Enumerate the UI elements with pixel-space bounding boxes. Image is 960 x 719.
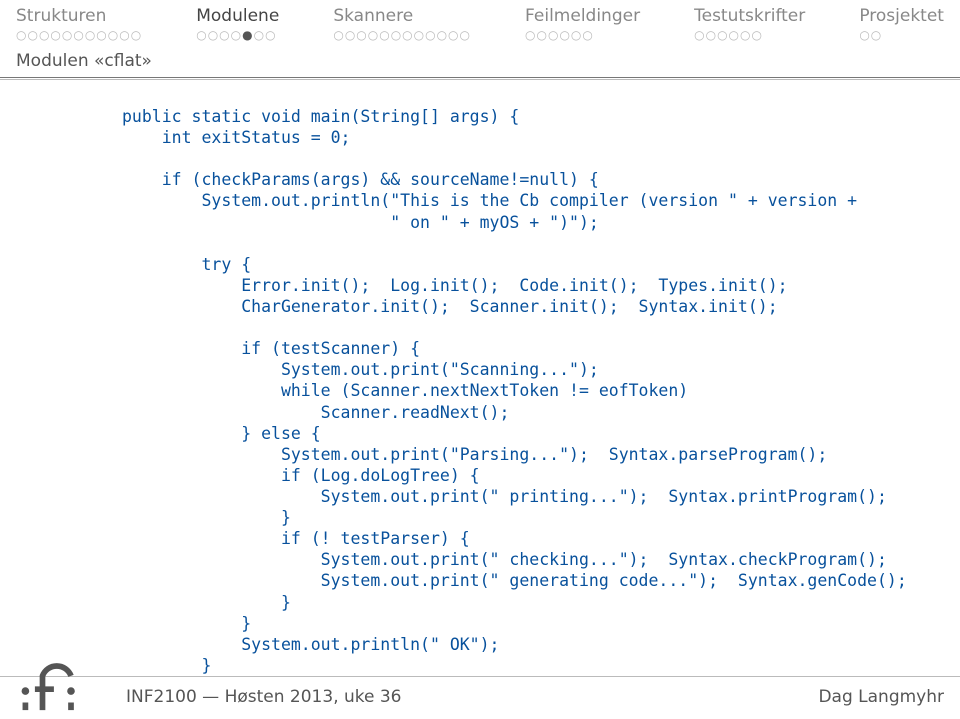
code-block: public static void main(String[] args) {… xyxy=(0,80,960,676)
tab-label: Modulene xyxy=(196,6,279,26)
tab-label: Skannere xyxy=(333,6,471,26)
tab-feilmeldinger[interactable]: Feilmeldinger ○○○○○○ xyxy=(525,6,640,41)
tab-bar: Strukturen ○○○○○○○○○○○ Modulene ○○○○●○○ Skan… xyxy=(0,0,960,41)
tab-label: Prosjektet xyxy=(859,6,944,26)
tab-prosjektet[interactable]: Prosjektet ○○ xyxy=(859,6,944,41)
progress-dots: ○○○○○○ xyxy=(694,29,805,41)
tab-modulene[interactable]: Modulene ○○○○●○○ xyxy=(196,6,279,41)
progress-dots: ○○○○○○ xyxy=(525,29,640,41)
progress-dots: ○○○○○○○○○○○○ xyxy=(333,29,471,41)
tab-label: Strukturen xyxy=(16,6,142,26)
progress-dots: ○○○○●○○ xyxy=(196,29,279,41)
tab-label: Testutskrifter xyxy=(694,6,805,26)
progress-dots: ○○○○○○○○○○○ xyxy=(16,29,142,41)
section-title: Modulen «cflat» xyxy=(0,41,960,77)
tab-skannere[interactable]: Skannere ○○○○○○○○○○○○ xyxy=(333,6,471,41)
progress-dots: ○○ xyxy=(859,29,944,41)
tab-label: Feilmeldinger xyxy=(525,6,640,26)
divider xyxy=(0,77,960,78)
author-label: Dag Langmyhr xyxy=(818,687,944,707)
footer-divider xyxy=(0,676,960,677)
tab-strukturen[interactable]: Strukturen ○○○○○○○○○○○ xyxy=(16,6,142,41)
footer: INF2100 — Høsten 2013, uke 36 Dag Langmy… xyxy=(0,687,960,719)
tab-testutskrifter[interactable]: Testutskrifter ○○○○○○ xyxy=(694,6,805,41)
course-label: INF2100 — Høsten 2013, uke 36 xyxy=(126,687,402,707)
